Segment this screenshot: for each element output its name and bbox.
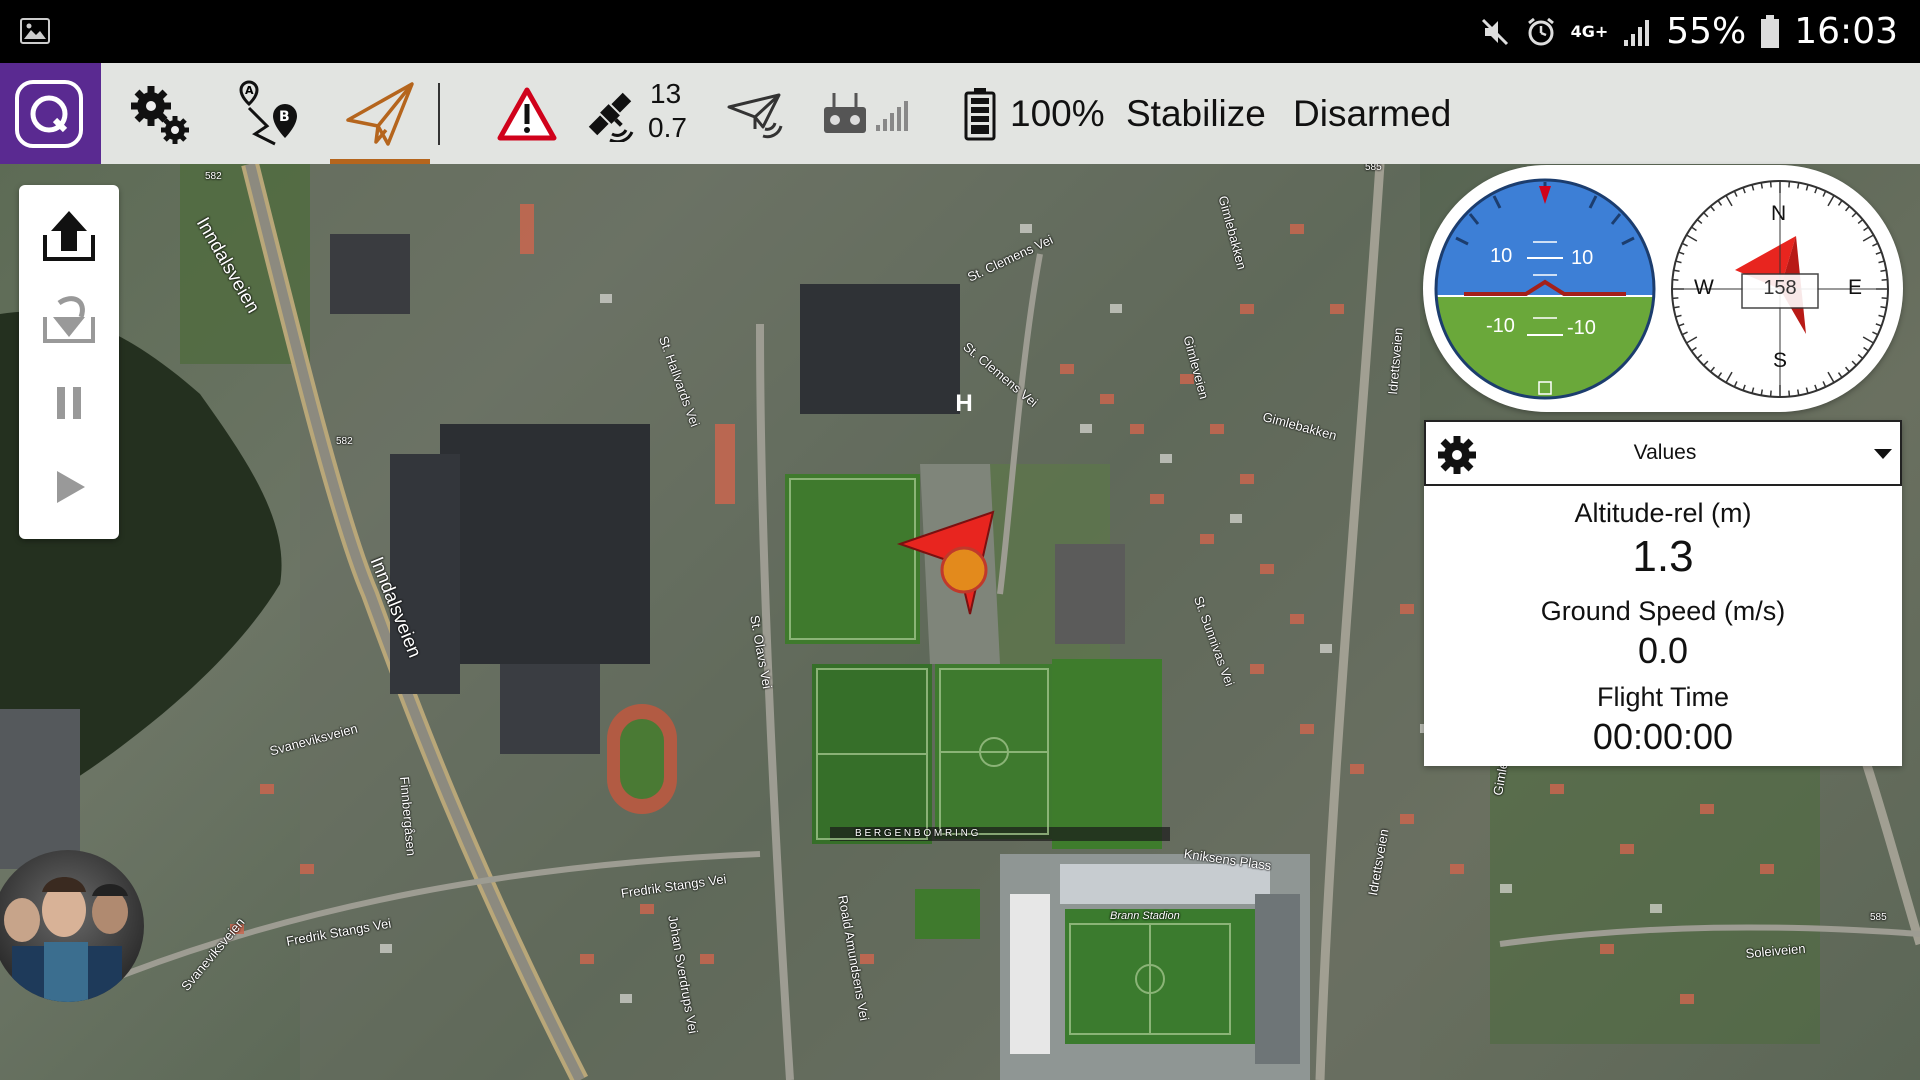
pitch-label: -10	[1486, 315, 1515, 337]
start-mission-button[interactable]	[19, 447, 119, 527]
app-logo-icon	[15, 80, 83, 148]
pitch-label: 10	[1571, 247, 1594, 269]
vehicle-battery-level: 100%	[1010, 93, 1105, 134]
rc-signal-button[interactable]	[818, 63, 918, 164]
compass-tick	[1769, 390, 1772, 397]
settings-button[interactable]	[118, 63, 204, 164]
compass-tick	[1760, 182, 1764, 189]
battery-icon	[1761, 14, 1780, 48]
warning-icon	[497, 87, 557, 140]
compass-tick	[1880, 269, 1887, 273]
chevron-down-icon	[1874, 449, 1892, 459]
home-marker-icon	[940, 546, 988, 594]
compass-south: S	[1773, 349, 1788, 372]
compass-tick	[1672, 297, 1679, 300]
top-toolbar: A B 13 0.7 100% Stabilize Disarmed	[0, 63, 1920, 164]
telemetry-header-dropdown[interactable]: Values	[1424, 420, 1902, 486]
system-status-bar: 4G+ 55% 16:03	[0, 0, 1920, 63]
warning-button[interactable]	[494, 63, 560, 164]
compass-west: W	[1694, 276, 1714, 299]
route-a-b-icon: A B	[239, 79, 297, 145]
map-label: 582	[336, 436, 353, 447]
compass-north: N	[1771, 202, 1787, 225]
svg-text:B: B	[279, 109, 290, 125]
ground-speed-value: 0.0	[1637, 630, 1689, 671]
compass-tick	[1673, 269, 1680, 273]
satellite-icon	[588, 92, 634, 142]
altitude-value: 1.3	[1632, 532, 1694, 581]
play-icon	[57, 471, 85, 503]
battery-percent: 55%	[1666, 11, 1747, 52]
compass-tick	[1760, 389, 1764, 396]
takeoff-arrow-icon	[43, 211, 95, 261]
takeoff-button[interactable]	[19, 195, 119, 275]
toolbar-divider	[438, 83, 440, 145]
map-label: B E R G E N B O M R I N G	[855, 828, 979, 839]
altitude-label: Altitude-rel (m)	[1574, 498, 1752, 528]
mission-control-panel	[19, 185, 119, 539]
compass-heading-value: 158	[1763, 277, 1797, 299]
return-to-launch-button[interactable]	[19, 277, 119, 357]
app-menu-button[interactable]	[0, 63, 101, 164]
compass-tick	[1769, 181, 1772, 188]
flight-instruments: 10 10 -10 -10 N E S W 158	[1423, 165, 1903, 412]
pitch-label: -10	[1567, 317, 1596, 339]
telemetry-link-button[interactable]	[722, 63, 788, 164]
compass-tick	[1672, 278, 1679, 281]
telemetry-header-title: Values	[1633, 441, 1697, 464]
map-label: 585	[1870, 912, 1887, 923]
flight-time-value: 00:00:00	[1592, 716, 1734, 757]
clock: 16:03	[1794, 11, 1898, 52]
home-marker-label[interactable]: H	[950, 390, 978, 418]
svg-text:A: A	[245, 84, 254, 97]
gps-status-button[interactable]	[580, 63, 640, 164]
map-label: Brann Stadion	[1110, 910, 1180, 922]
plan-route-button[interactable]: A B	[222, 63, 312, 164]
compass-tick	[1880, 305, 1887, 309]
telemetry-plane-icon	[727, 93, 783, 138]
compass-tick	[1788, 390, 1791, 397]
compass-tick	[1881, 278, 1888, 281]
flight-time-label: Flight Time	[1596, 682, 1730, 712]
paper-plane-icon	[346, 81, 414, 146]
signal-strength-icon	[1624, 19, 1650, 46]
vehicle-battery-button[interactable]	[960, 63, 1000, 164]
pitch-label: 10	[1490, 245, 1513, 267]
telemetry-values-panel: Values Altitude-rel (m) 1.3 Ground Speed…	[1424, 420, 1902, 766]
compass-tick	[1673, 305, 1680, 309]
flight-mode-selector[interactable]: Stabilize	[1126, 63, 1266, 164]
compass-tick	[1796, 389, 1800, 396]
network-type: 4G+	[1570, 21, 1609, 41]
mute-icon	[1481, 18, 1508, 45]
status-icons: 4G+ 55% 16:03	[1479, 0, 1898, 63]
pause-mission-button[interactable]	[19, 363, 119, 443]
compass-tick	[1881, 297, 1888, 300]
alarm-icon	[1527, 17, 1554, 45]
arm-state: Disarmed	[1293, 93, 1452, 134]
fly-mode-button[interactable]	[330, 63, 430, 164]
gallery-notification-icon	[20, 18, 50, 44]
compass-east: E	[1848, 276, 1863, 299]
rtl-icon	[43, 296, 95, 343]
vehicle-battery-icon	[964, 87, 996, 140]
map-label: 585	[1365, 164, 1382, 173]
gps-satellite-count: 13	[650, 78, 682, 109]
ground-speed-label: Ground Speed (m/s)	[1540, 596, 1786, 626]
gps-hdop: 0.7	[648, 112, 687, 143]
attitude-indicator	[1434, 178, 1656, 400]
rc-controller-icon	[824, 92, 908, 133]
pause-icon	[57, 387, 81, 419]
map-label: 582	[205, 171, 222, 182]
compass-tick	[1796, 182, 1800, 189]
compass-tick	[1788, 181, 1791, 188]
gears-icon	[131, 85, 189, 144]
